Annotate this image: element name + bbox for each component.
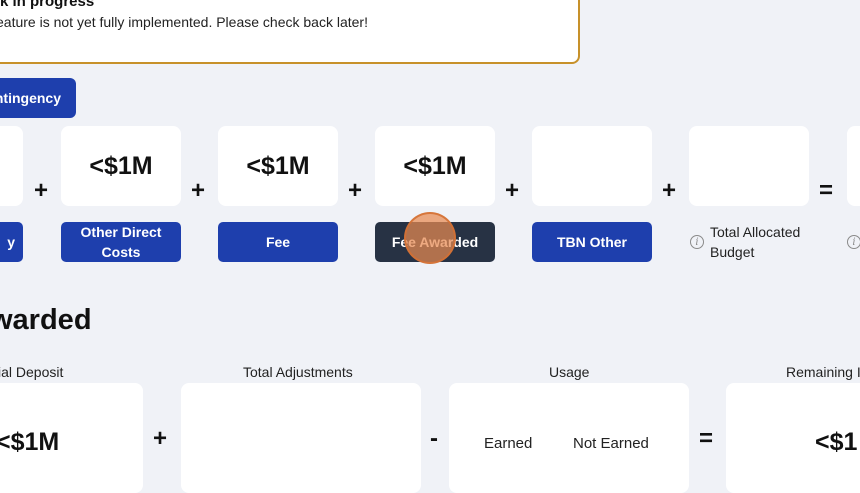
plus-operator: + bbox=[34, 177, 49, 204]
total-allocated-budget-value bbox=[689, 126, 809, 206]
fee-button[interactable]: Fee bbox=[218, 222, 338, 262]
other-direct-costs-button[interactable]: Other Direct Costs bbox=[61, 222, 181, 262]
budget-value-card-1 bbox=[0, 126, 23, 206]
banner-title: k in progress bbox=[0, 0, 95, 10]
section-title: warded bbox=[0, 304, 92, 336]
budget-value-card-next bbox=[847, 126, 860, 206]
plus-operator: + bbox=[191, 177, 206, 204]
fee-value: <$1M bbox=[218, 126, 338, 206]
tbn-other-button[interactable]: TBN Other bbox=[532, 222, 652, 262]
plus-operator: + bbox=[153, 425, 168, 452]
total-allocated-budget-label: Total Allocated Budget bbox=[710, 224, 801, 260]
banner-message: eature is not yet fully implemented. Ple… bbox=[0, 14, 368, 30]
usage-not-earned-label: Not Earned bbox=[573, 435, 649, 452]
info-icon[interactable]: i bbox=[690, 235, 704, 249]
fee-awarded-button[interactable]: Fee Awarded bbox=[375, 222, 495, 262]
remaining-value: <$1 bbox=[815, 428, 858, 456]
other-direct-costs-value: <$1M bbox=[61, 126, 181, 206]
tbn-other-value bbox=[532, 126, 652, 206]
initial-deposit-header: ial Deposit bbox=[0, 364, 64, 380]
remaining-header: Remaining I bbox=[786, 364, 860, 380]
contingency-button[interactable]: ntingency bbox=[0, 78, 76, 118]
info-icon[interactable]: i bbox=[847, 235, 860, 249]
plus-operator: + bbox=[505, 177, 520, 204]
total-adjustments-card bbox=[181, 383, 421, 493]
budget-category-button[interactable]: y bbox=[0, 222, 23, 262]
equals-operator: = bbox=[699, 425, 714, 452]
minus-operator: - bbox=[430, 425, 438, 452]
equals-operator: = bbox=[819, 177, 834, 204]
usage-header: Usage bbox=[549, 364, 590, 380]
fee-awarded-value: <$1M bbox=[375, 126, 495, 206]
usage-earned-label: Earned bbox=[484, 435, 533, 452]
total-adjustments-header: Total Adjustments bbox=[243, 364, 353, 380]
plus-operator: + bbox=[348, 177, 363, 204]
initial-deposit-value: <$1M bbox=[0, 428, 60, 456]
plus-operator: + bbox=[662, 177, 677, 204]
